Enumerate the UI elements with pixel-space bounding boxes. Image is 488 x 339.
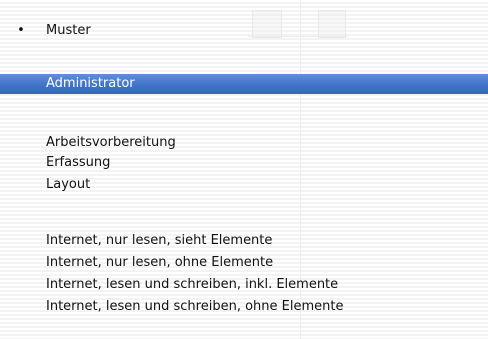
- checkmark-bullet-icon: •: [17, 23, 25, 38]
- menu-item-internet-readwrite-incl-elements[interactable]: Internet, lesen und schreiben, inkl. Ele…: [0, 275, 488, 295]
- menu-item-layout[interactable]: Layout: [0, 175, 488, 195]
- menu-item-administrator[interactable]: Administrator: [0, 74, 488, 94]
- menu-item-label: Arbeitsvorbereitung: [46, 135, 176, 150]
- role-menu: • Muster Administrator Arbeitsvorbereitu…: [0, 0, 488, 339]
- menu-item-label: Administrator: [46, 76, 135, 91]
- menu-item-label: Internet, lesen und schreiben, inkl. Ele…: [46, 277, 339, 292]
- menu-item-internet-readwrite-without-elements[interactable]: Internet, lesen und schreiben, ohne Elem…: [0, 297, 488, 317]
- menu-item-label: Erfassung: [46, 155, 111, 170]
- menu-item-label: Muster: [46, 23, 91, 38]
- menu-item-internet-read-with-elements[interactable]: Internet, nur lesen, sieht Elemente: [0, 231, 488, 251]
- menu-item-erfassung[interactable]: Erfassung: [0, 153, 488, 173]
- menu-item-label: Internet, nur lesen, sieht Elemente: [46, 233, 273, 248]
- menu-item-arbeitsvorbereitung[interactable]: Arbeitsvorbereitung: [0, 133, 488, 153]
- menu-item-muster[interactable]: • Muster: [0, 21, 488, 41]
- menu-item-label: Internet, lesen und schreiben, ohne Elem…: [46, 299, 344, 314]
- menu-item-internet-read-without-elements[interactable]: Internet, nur lesen, ohne Elemente: [0, 253, 488, 273]
- menu-item-label: Layout: [46, 177, 91, 192]
- menu-item-label: Internet, nur lesen, ohne Elemente: [46, 255, 274, 270]
